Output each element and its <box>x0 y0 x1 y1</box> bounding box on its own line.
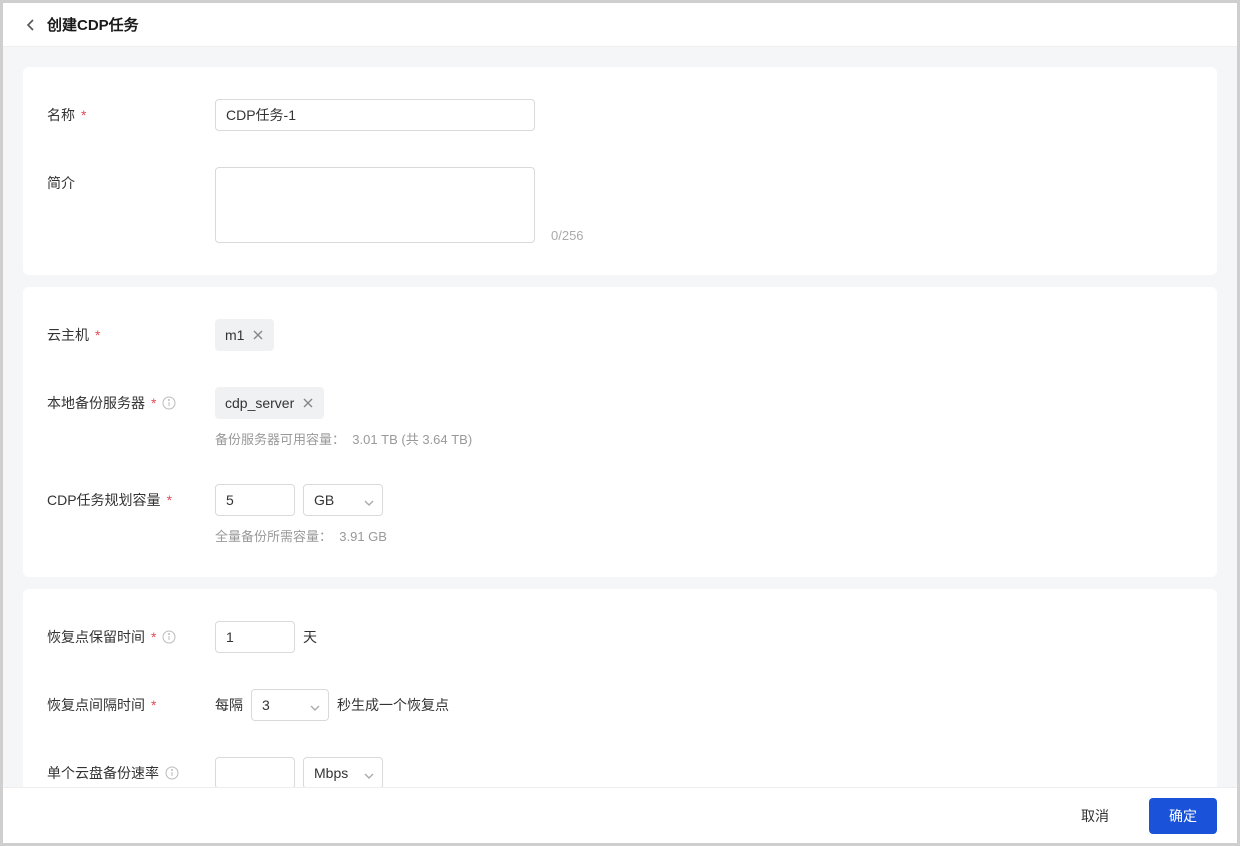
info-icon[interactable] <box>162 396 176 410</box>
speed-unit-value: Mbps <box>314 765 348 781</box>
required-marker: * <box>95 327 100 343</box>
label-name-text: 名称 <box>47 105 75 125</box>
interval-suffix: 秒生成一个恢复点 <box>337 695 449 715</box>
row-retention: 恢复点保留时间 * 天 <box>47 613 1193 661</box>
chevron-down-icon <box>364 495 374 505</box>
info-icon[interactable] <box>165 766 179 780</box>
card-schedule: 恢复点保留时间 * 天 恢复点间隔时间 * <box>23 589 1217 787</box>
label-speed: 单个云盘备份速率 <box>47 757 215 783</box>
label-interval-text: 恢复点间隔时间 <box>47 695 145 715</box>
row-capacity: CDP任务规划容量 * GB 全量备份所需容量： 3.91 GB <box>47 476 1193 553</box>
row-desc: 简介 0/256 <box>47 159 1193 251</box>
server-hint-value: 3.01 TB (共 3.64 TB) <box>352 432 472 447</box>
capacity-input[interactable] <box>215 484 295 516</box>
page-title: 创建CDP任务 <box>47 14 139 35</box>
interval-select[interactable]: 3 <box>251 689 329 721</box>
label-vm: 云主机 * <box>47 319 215 345</box>
label-desc-text: 简介 <box>47 173 75 193</box>
row-speed: 单个云盘备份速率 Mbps <box>47 749 1193 787</box>
close-icon[interactable] <box>252 329 264 341</box>
server-tag[interactable]: cdp_server <box>215 387 324 419</box>
desc-counter: 0/256 <box>551 228 584 243</box>
required-marker: * <box>151 629 156 645</box>
label-retention: 恢复点保留时间 * <box>47 621 215 647</box>
row-name: 名称 * <box>47 91 1193 139</box>
desc-textarea[interactable] <box>215 167 535 243</box>
server-tag-label: cdp_server <box>225 395 294 411</box>
label-capacity: CDP任务规划容量 * <box>47 484 215 510</box>
label-speed-text: 单个云盘备份速率 <box>47 763 159 783</box>
label-vm-text: 云主机 <box>47 325 89 345</box>
label-retention-text: 恢复点保留时间 <box>47 627 145 647</box>
interval-prefix: 每隔 <box>215 695 243 715</box>
close-icon[interactable] <box>302 397 314 409</box>
retention-input[interactable] <box>215 621 295 653</box>
capacity-unit-value: GB <box>314 492 334 508</box>
server-hint: 备份服务器可用容量： 3.01 TB (共 3.64 TB) <box>215 429 1193 448</box>
name-input[interactable] <box>215 99 535 131</box>
capacity-hint-value: 3.91 GB <box>339 529 387 544</box>
chevron-down-icon <box>310 700 320 710</box>
vm-tag-label: m1 <box>225 327 244 343</box>
speed-input[interactable] <box>215 757 295 787</box>
row-interval: 恢复点间隔时间 * 每隔 3 秒生成一个恢复点 <box>47 681 1193 729</box>
capacity-hint-label: 全量备份所需容量： <box>215 529 332 544</box>
chevron-down-icon <box>364 768 374 778</box>
info-icon[interactable] <box>162 630 176 644</box>
row-server: 本地备份服务器 * cdp_server <box>47 379 1193 456</box>
capacity-unit-select[interactable]: GB <box>303 484 383 516</box>
card-target: 云主机 * m1 本地备份服务器 * <box>23 287 1217 577</box>
interval-value: 3 <box>262 697 270 713</box>
required-marker: * <box>151 395 156 411</box>
ok-button[interactable]: 确定 <box>1149 798 1217 834</box>
label-server-text: 本地备份服务器 <box>47 393 145 413</box>
server-hint-label: 备份服务器可用容量： <box>215 432 345 447</box>
label-server: 本地备份服务器 * <box>47 387 215 413</box>
row-vm: 云主机 * m1 <box>47 311 1193 359</box>
label-interval: 恢复点间隔时间 * <box>47 689 215 715</box>
retention-unit: 天 <box>303 627 317 647</box>
required-marker: * <box>151 697 156 713</box>
vm-tag[interactable]: m1 <box>215 319 274 351</box>
label-desc: 简介 <box>47 167 215 193</box>
footer: 取消 确定 <box>3 787 1237 843</box>
required-marker: * <box>81 107 86 123</box>
speed-unit-select[interactable]: Mbps <box>303 757 383 787</box>
form-body: 名称 * 简介 0/256 <box>3 47 1237 787</box>
back-icon[interactable] <box>23 17 39 33</box>
label-capacity-text: CDP任务规划容量 <box>47 490 161 510</box>
cancel-button[interactable]: 取消 <box>1061 798 1129 834</box>
required-marker: * <box>167 492 172 508</box>
label-name: 名称 * <box>47 99 215 125</box>
header: 创建CDP任务 <box>3 3 1237 47</box>
card-basic: 名称 * 简介 0/256 <box>23 67 1217 275</box>
capacity-hint: 全量备份所需容量： 3.91 GB <box>215 526 1193 545</box>
